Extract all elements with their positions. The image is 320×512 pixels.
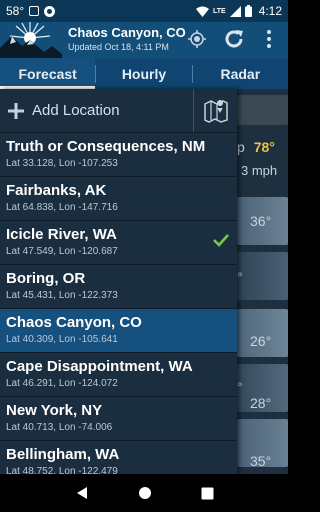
map-icon <box>203 99 228 123</box>
location-coords: Lat 47.549, Lon -120.687 <box>6 246 118 257</box>
notification-circle-icon <box>44 5 56 17</box>
home-icon[interactable] <box>138 486 152 500</box>
forecast-day-temp: 36° <box>250 213 272 229</box>
location-item-truth-or-consequences[interactable]: Truth or Consequences, NM Lat 33.128, Lo… <box>0 133 237 177</box>
location-coords: Lat 64.838, Lon -147.716 <box>6 202 118 213</box>
location-title[interactable]: Chaos Canyon, CO <box>68 25 186 40</box>
location-name: Bellingham, WA <box>6 446 120 463</box>
forecast-day-temp: 35° <box>250 453 272 469</box>
wifi-icon <box>195 6 209 17</box>
forecast-day-temp: 26° <box>250 333 272 349</box>
tab-radar[interactable]: Radar <box>193 58 288 89</box>
forecast-day-temp: ° <box>237 269 243 285</box>
updated-time: Updated Oct 18, 4:11 PM <box>68 42 169 52</box>
lte-label: LTE <box>212 7 226 15</box>
forecast-day-row <box>237 252 288 300</box>
plus-icon <box>8 102 24 119</box>
back-icon[interactable] <box>75 486 89 500</box>
tab-hourly[interactable]: Hourly <box>96 58 191 89</box>
system-nav-bar <box>0 474 288 512</box>
checkmark-icon <box>213 234 229 247</box>
add-location-button[interactable]: Add Location <box>0 89 193 132</box>
status-bar: 58° LTE 4:12 <box>0 0 288 22</box>
location-name: Fairbanks, AK <box>6 182 107 199</box>
signal-icon <box>229 5 241 17</box>
forecast-header-strip <box>237 95 288 125</box>
forecast-day-temp: 28° <box>250 395 272 411</box>
location-name: Boring, OR <box>6 270 86 287</box>
location-item-cape-disappointment[interactable]: Cape Disappointment, WA Lat 46.291, Lon … <box>0 353 237 397</box>
location-item-icicle-river[interactable]: Icicle River, WA Lat 47.549, Lon -120.68… <box>0 221 237 265</box>
current-temp-high: 78° <box>253 139 275 155</box>
location-item-fairbanks[interactable]: Fairbanks, AK Lat 64.838, Lon -147.716 <box>0 177 237 221</box>
refresh-icon[interactable] <box>222 27 246 51</box>
current-wind: 3 mph <box>241 163 278 178</box>
location-coords: Lat 46.291, Lon -124.072 <box>6 378 118 389</box>
more-options-icon[interactable] <box>265 29 273 49</box>
forecast-day-temp: ° <box>237 379 243 395</box>
app-bar: Chaos Canyon, CO Updated Oct 18, 4:11 PM <box>0 22 288 58</box>
location-item-boring[interactable]: Boring, OR Lat 45.431, Lon -122.373 <box>0 265 237 309</box>
gps-locate-icon[interactable] <box>187 29 207 49</box>
location-name: New York, NY <box>6 402 103 419</box>
location-name: Icicle River, WA <box>6 226 117 243</box>
location-coords: Lat 48.752, Lon -122.479 <box>6 466 118 474</box>
location-name: Cape Disappointment, WA <box>6 358 193 375</box>
map-button[interactable] <box>193 89 237 132</box>
notification-square-icon <box>29 6 40 16</box>
location-name: Truth or Consequences, NM <box>6 138 206 155</box>
status-temp: 58° <box>6 4 25 18</box>
current-temp-prefix: p <box>237 139 245 155</box>
recents-icon[interactable] <box>201 487 214 500</box>
location-coords: Lat 40.309, Lon -105.641 <box>6 334 118 345</box>
location-item-new-york[interactable]: New York, NY Lat 40.713, Lon -74.006 <box>0 397 237 441</box>
location-coords: Lat 33.128, Lon -107.253 <box>6 158 118 169</box>
location-coords: Lat 40.713, Lon -74.006 <box>6 422 113 433</box>
tab-forecast[interactable]: Forecast <box>0 58 96 89</box>
location-item-bellingham[interactable]: Bellingham, WA Lat 48.752, Lon -122.479 <box>0 441 237 474</box>
current-conditions: p 78° <box>237 139 275 155</box>
add-location-label: Add Location <box>32 102 120 119</box>
battery-icon <box>244 5 252 17</box>
location-drawer: Add Location Truth or Consequences, NM L… <box>0 89 237 474</box>
status-time: 4:12 <box>258 4 282 18</box>
location-coords: Lat 45.431, Lon -122.373 <box>6 290 118 301</box>
app-logo <box>0 22 62 58</box>
tab-bar: Forecast Hourly Radar <box>0 58 288 89</box>
location-name: Chaos Canyon, CO <box>6 314 142 331</box>
location-item-chaos-canyon[interactable]: Chaos Canyon, CO Lat 40.309, Lon -105.64… <box>0 309 237 353</box>
add-location-row: Add Location <box>0 89 237 133</box>
